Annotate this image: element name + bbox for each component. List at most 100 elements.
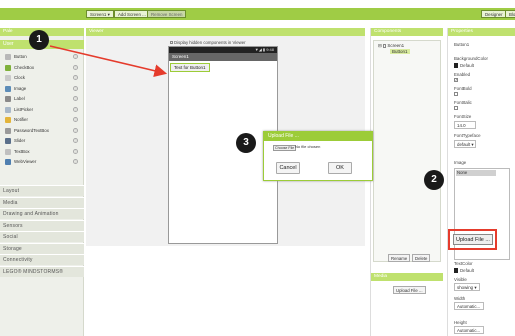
- designer-button[interactable]: Designer: [481, 10, 507, 18]
- palette-item-label: PasswordTextBox: [14, 127, 49, 133]
- palette-category-6[interactable]: Connectivity: [0, 254, 84, 265]
- checkbox-icon: [5, 64, 11, 71]
- selected-component-name: Button1: [454, 42, 470, 47]
- palette-category-1[interactable]: Media: [0, 196, 84, 208]
- palette-item-textbox[interactable]: TextBox?: [0, 147, 84, 157]
- properties-panel: Properties Button1 BackgroundColor Defau…: [447, 28, 515, 336]
- dialog-title: Upload File ...: [264, 132, 372, 141]
- phone-screen-title: Screen1: [169, 53, 277, 61]
- palette-item-label: Clock: [14, 75, 25, 80]
- height-input[interactable]: Automatic...: [454, 326, 484, 334]
- enabled-label: Enabled: [454, 72, 471, 77]
- palette-item-label: TextBox: [14, 148, 30, 154]
- palette-item-slider[interactable]: Slider?: [0, 136, 84, 146]
- palette-category-5[interactable]: Storage: [0, 242, 84, 254]
- image-upload-button[interactable]: Upload File ...: [453, 234, 493, 245]
- background-color-swatch[interactable]: [454, 63, 458, 68]
- help-icon[interactable]: ?: [73, 117, 78, 122]
- visible-label: Visible: [454, 277, 467, 282]
- blocks-button[interactable]: Blo: [505, 10, 515, 18]
- phone-button1[interactable]: Text for Button1: [170, 63, 210, 72]
- help-icon[interactable]: ?: [73, 64, 78, 70]
- palette-item-webviewer[interactable]: WebViewer?: [0, 157, 84, 167]
- tree-collapse-icon[interactable]: ⊟: [378, 43, 382, 48]
- help-icon[interactable]: ?: [73, 159, 78, 164]
- button-icon: [5, 54, 11, 60]
- palette-item-clock[interactable]: Clock?: [0, 73, 84, 83]
- palette-category-3[interactable]: Sensors: [0, 219, 84, 231]
- webviewer-icon: [5, 159, 11, 165]
- enabled-checkbox[interactable]: ✓: [454, 78, 458, 82]
- choose-file-button[interactable]: Choose File: [273, 145, 297, 151]
- font-bold-label: FontBold: [454, 86, 472, 91]
- viewer-panel: Viewer Display hidden components in View…: [86, 28, 365, 336]
- palette-category-2[interactable]: Drawing and Animation: [0, 208, 84, 219]
- palette-item-button[interactable]: Button?: [0, 52, 84, 62]
- dialog-ok-button[interactable]: OK: [328, 162, 352, 174]
- background-color-value[interactable]: Default: [460, 63, 474, 68]
- components-header: Components: [371, 28, 443, 36]
- delete-button[interactable]: Delete: [412, 254, 431, 262]
- media-header: Media: [371, 273, 443, 281]
- tree-screen1-label: Screen1: [387, 43, 405, 48]
- add-screen-button[interactable]: Add Screen ...: [114, 10, 150, 18]
- width-input[interactable]: Automatic...: [454, 302, 484, 310]
- label-icon: [5, 96, 11, 102]
- palette-category-7[interactable]: LEGO® MINDSTORMS®: [0, 265, 84, 277]
- palette-item-checkbox[interactable]: CheckBox?: [0, 63, 84, 73]
- palette-item-passwordtextbox[interactable]: PasswordTextBox?: [0, 126, 84, 136]
- palette-item-listpicker[interactable]: ListPicker?: [0, 105, 84, 115]
- help-icon[interactable]: ?: [73, 138, 78, 143]
- step-marker-3: 3: [236, 133, 256, 153]
- palette-item-label: WebViewer: [14, 159, 37, 164]
- screen-icon: [383, 43, 387, 48]
- palette-item-label: Image: [14, 85, 27, 91]
- help-icon[interactable]: ?: [73, 75, 78, 80]
- font-italic-label: FontItalic: [454, 100, 472, 105]
- visible-select[interactable]: showing ▾: [454, 283, 480, 291]
- palette-item-label: Button: [14, 54, 27, 59]
- help-icon[interactable]: ?: [73, 148, 78, 154]
- clock-icon: [5, 75, 11, 81]
- background-color-label: BackgroundColor: [454, 56, 488, 61]
- font-size-input[interactable]: 14.0: [454, 121, 476, 129]
- palette-item-label: ListPicker: [14, 106, 34, 112]
- slider-icon: [5, 138, 11, 144]
- palette-item-label: Slider: [14, 138, 26, 143]
- rename-button[interactable]: Rename: [388, 254, 411, 262]
- listpicker-icon: [5, 106, 11, 113]
- help-icon[interactable]: ?: [73, 85, 78, 91]
- help-icon[interactable]: ?: [73, 96, 78, 101]
- help-icon[interactable]: ?: [73, 54, 78, 59]
- cropped-caption-text: ...: [0, 0, 515, 4]
- textbox-icon: [5, 148, 11, 155]
- font-typeface-select[interactable]: default ▾: [454, 140, 476, 148]
- step-marker-2: 2: [424, 170, 444, 190]
- step-marker-1: 1: [29, 30, 49, 50]
- palette-item-label: Label: [14, 96, 25, 101]
- font-bold-checkbox[interactable]: [454, 92, 458, 96]
- dialog-cancel-button[interactable]: Cancel: [276, 162, 300, 174]
- screen-select[interactable]: Screen1 ▾: [86, 10, 114, 18]
- media-upload-button[interactable]: Upload File ...: [393, 286, 426, 294]
- tree-button1[interactable]: Button1: [390, 49, 410, 54]
- palette-item-notifier[interactable]: Notifier?: [0, 115, 84, 125]
- palette-item-image[interactable]: Image?: [0, 84, 84, 94]
- help-icon[interactable]: ?: [73, 106, 78, 112]
- palette-item-label[interactable]: Label?: [0, 94, 84, 104]
- top-toolbar: Screen1 ▾ Add Screen ... Remove Screen D…: [0, 8, 515, 20]
- phone-preview: ▼◢ ▮ 9:48 Screen1 Text for Button1: [168, 46, 278, 244]
- remove-screen-button[interactable]: Remove Screen: [147, 10, 187, 18]
- palette-category-0[interactable]: Layout: [0, 185, 84, 196]
- components-tree: ⊟ Screen1 Button1: [373, 40, 441, 262]
- font-italic-checkbox[interactable]: [454, 106, 458, 110]
- text-color-swatch[interactable]: [454, 268, 458, 273]
- image-none-option[interactable]: None: [456, 170, 496, 176]
- palette-category-4[interactable]: Social: [0, 231, 84, 242]
- palette-panel: Pale User Button? CheckBox? Clock? Image? La…: [0, 28, 84, 336]
- hidden-components-checkbox[interactable]: Display hidden components in Viewer: [170, 40, 246, 45]
- help-icon[interactable]: ?: [73, 127, 78, 133]
- text-color-value[interactable]: Default: [460, 268, 474, 273]
- image-icon: [5, 85, 11, 92]
- notifier-icon: [5, 117, 11, 123]
